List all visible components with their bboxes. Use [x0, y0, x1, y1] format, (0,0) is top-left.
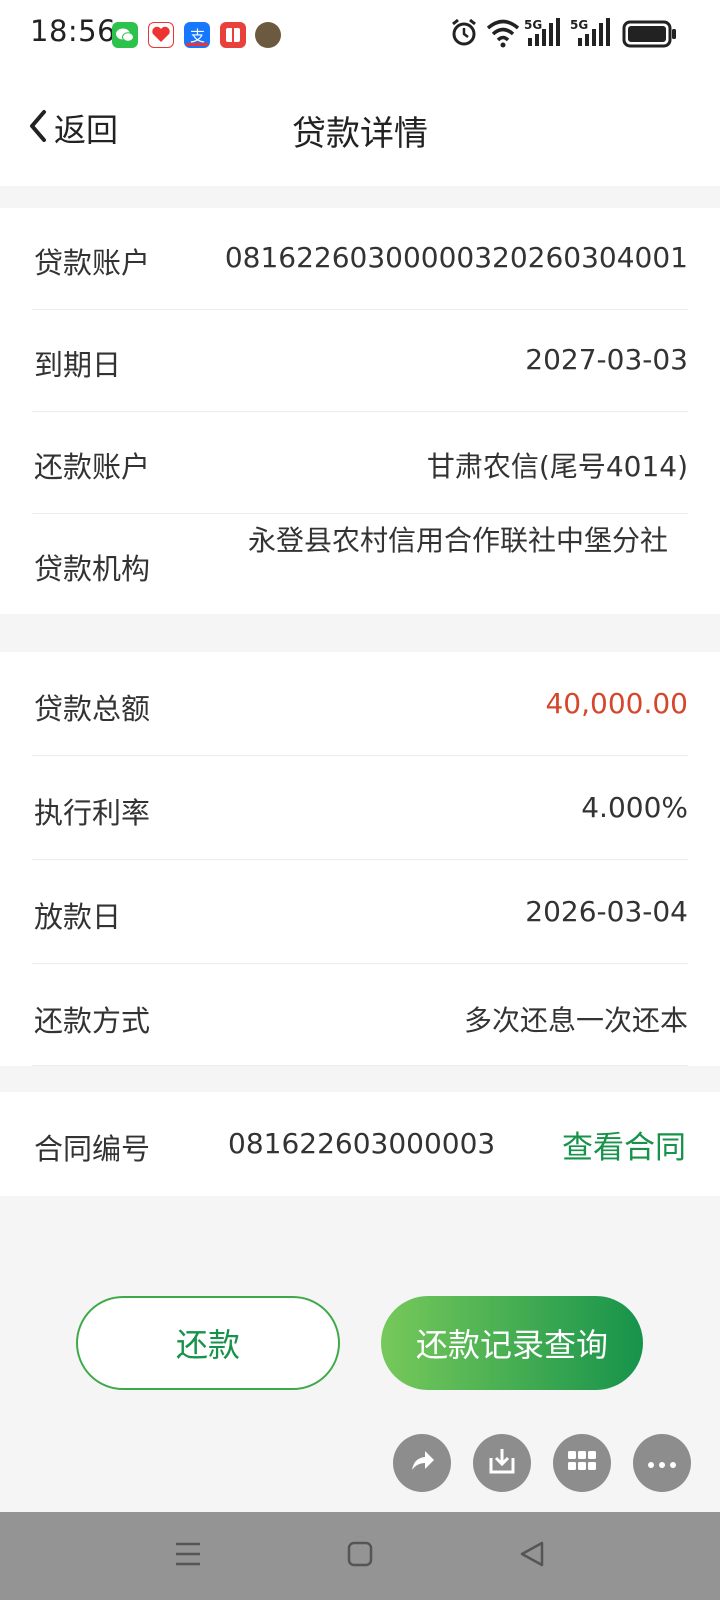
loan-total-row: 贷款总额 40,000.00 [32, 652, 688, 756]
institution-label: 贷款机构 [34, 552, 151, 586]
disburse-date-row: 放款日 2026-03-04 [32, 860, 688, 964]
apps-button[interactable] [553, 1434, 611, 1492]
repay-account-label: 还款账户 [34, 450, 151, 484]
due-date-label: 到期日 [34, 348, 122, 382]
interest-rate-row: 执行利率 4.000% [32, 756, 688, 860]
more-button[interactable] [633, 1434, 691, 1492]
download-button[interactable] [473, 1434, 531, 1492]
share-button[interactable] [393, 1434, 451, 1492]
interest-rate-label: 执行利率 [34, 796, 151, 830]
disburse-date-value: 2026-03-04 [525, 895, 688, 928]
system-nav-bar [0, 1512, 720, 1600]
institution-row: 贷款机构 永登县农村信用合作联社中堡分社 [32, 514, 688, 614]
view-contract-link[interactable]: 查看合同 [562, 1122, 686, 1167]
disburse-date-label: 放款日 [34, 900, 122, 934]
repay-button[interactable]: 还款 [76, 1296, 340, 1390]
svg-text:5G: 5G [524, 18, 542, 32]
repay-records-button[interactable]: 还款记录查询 [381, 1296, 643, 1390]
loan-account-label: 贷款账户 [34, 246, 151, 280]
svg-text:5G: 5G [570, 18, 588, 32]
back-triangle-icon [518, 1540, 546, 1572]
wechat-icon [112, 22, 138, 48]
repay-account-value: 甘肃农信(尾号4014) [426, 450, 688, 483]
contract-label: 合同编号 [34, 1132, 151, 1166]
app-notification-icon [148, 22, 174, 48]
contract-card: 合同编号 081622603000003 查看合同 [0, 1092, 720, 1196]
menu-icon [174, 1541, 202, 1571]
nav-bar: 返回 贷款详情 [0, 68, 720, 186]
page-title: 贷款详情 [292, 114, 428, 154]
alipay-icon: 支 [184, 22, 210, 48]
loan-total-value: 40,000.00 [545, 687, 688, 720]
loan-total-label: 贷款总额 [34, 692, 151, 726]
loan-account-row: 贷款账户 081622603000003202603040​01 [32, 208, 688, 310]
institution-value: 永登县农村信用合作联社中堡分社 [248, 524, 669, 557]
signal-5g-icon-2: 5G [570, 16, 614, 54]
download-icon [487, 1446, 517, 1480]
repay-method-label: 还款方式 [34, 1004, 151, 1038]
battery-icon [622, 20, 678, 52]
contract-number: 081622603000003 [228, 1127, 496, 1160]
status-time: 18:56 [30, 14, 117, 48]
back-nav-button[interactable] [516, 1540, 548, 1572]
signal-5g-icon-1: 5G [524, 16, 564, 54]
due-date-row: 到期日 2027-03-03 [32, 310, 688, 412]
repay-account-row: 还款账户 甘肃农信(尾号4014) [32, 412, 688, 514]
more-icon [647, 1454, 677, 1473]
loan-info-card: 贷款总额 40,000.00 执行利率 4.000% 放款日 2026-03-0… [0, 652, 720, 1066]
share-icon [407, 1446, 437, 1480]
account-info-card: 贷款账户 081622603000003202603040​01 到期日 202… [0, 208, 720, 614]
wifi-icon [486, 18, 520, 52]
status-bar: 18:56 支 5G 5G [0, 0, 720, 68]
home-square-icon [346, 1540, 374, 1572]
contract-row: 合同编号 081622603000003 查看合同 [32, 1092, 688, 1196]
reader-app-icon [220, 22, 246, 48]
loan-account-value: 081622603000003202603040​01 [224, 241, 688, 274]
svg-text:支: 支 [190, 27, 205, 45]
repay-method-row: 还款方式 多次还息一次还本 [32, 964, 688, 1066]
due-date-value: 2027-03-03 [525, 343, 688, 376]
avatar-notification-icon [255, 22, 281, 48]
alarm-icon [450, 18, 478, 52]
menu-nav-button[interactable] [172, 1540, 204, 1572]
repay-method-value: 多次还息一次还本 [463, 1004, 688, 1037]
interest-rate-value: 4.000% [581, 791, 688, 824]
home-nav-button[interactable] [344, 1540, 376, 1572]
grid-icon [567, 1450, 597, 1476]
